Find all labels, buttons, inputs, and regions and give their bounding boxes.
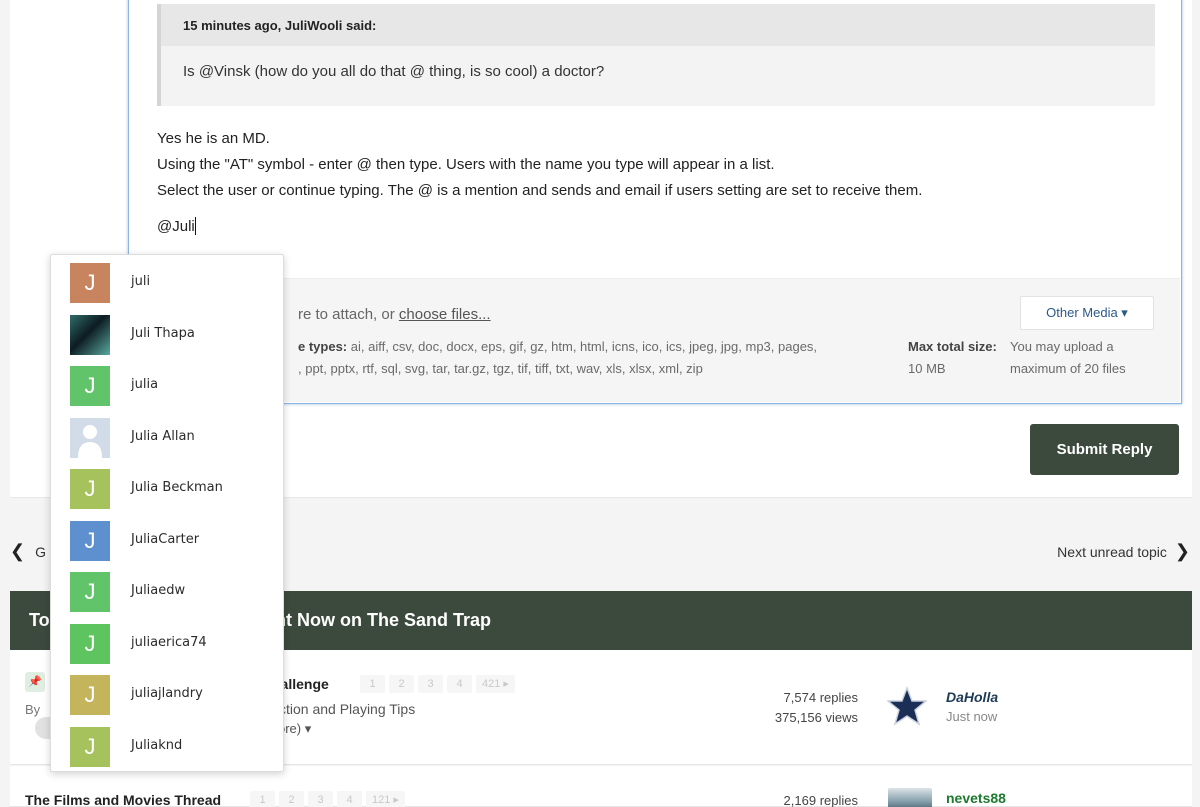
chevron-left-icon: ❮ — [10, 541, 26, 561]
header-text-right: ht Now on The Sand Trap — [275, 610, 491, 630]
page-link[interactable]: 3 — [308, 791, 333, 807]
topic-pagination: 1 2 3 4 121 ▸ — [250, 791, 405, 807]
user-avatar: J — [70, 726, 110, 767]
user-avatar: J — [70, 675, 110, 715]
mention-suggestion-item[interactable]: Jjuliaerica74 — [51, 618, 283, 670]
user-avatar: J — [70, 623, 110, 664]
max-files-note: You may upload a maximum of 20 files — [1010, 339, 1126, 376]
user-name: juliajlandry — [131, 686, 203, 701]
view-count: 375,156 views — [774, 710, 858, 725]
user-avatar: J — [70, 366, 110, 406]
mention-suggestion-item[interactable]: Jjulia — [51, 360, 283, 412]
max-total-label: Max total size: — [908, 339, 997, 354]
page-link[interactable]: 2 — [389, 675, 414, 693]
user-name: julia — [131, 377, 159, 392]
poster-avatar[interactable] — [888, 788, 932, 807]
post-line: Using the "AT" symbol - enter @ then typ… — [157, 156, 775, 173]
user-name: Juli Thapa — [131, 325, 195, 341]
max-total-value: 10 MB — [908, 361, 946, 376]
types-list-1: ai, aiff, csv, doc, docx, eps, gif, gz, … — [347, 339, 818, 354]
pin-icon: 📌 — [25, 672, 45, 692]
quote-body: Is @Vinsk (how do you all do that @ thin… — [183, 63, 605, 80]
mention-suggestion-item[interactable]: J Julia Beckman — [51, 463, 283, 515]
star-avatar-icon[interactable] — [887, 686, 927, 726]
user-avatar: J — [70, 572, 110, 612]
post-line: Select the user or continue typing. The … — [157, 182, 923, 199]
topic-forum[interactable]: ction and Playing Tips — [279, 701, 415, 717]
user-name: Juliaknd — [131, 737, 183, 753]
topic-title[interactable]: The Films and Movies Thread — [25, 792, 221, 807]
reply-count: 7,574 replies — [783, 690, 858, 705]
page-link[interactable]: 1 — [250, 791, 275, 807]
types-list-2: , ppt, pptx, rtf, sql, svg, tar, tar.gz,… — [298, 361, 703, 376]
user-name: juli — [131, 274, 151, 289]
mention-suggestion-item[interactable]: Jjuli — [51, 257, 283, 309]
last-poster-name[interactable]: DaHolla — [946, 689, 998, 705]
user-avatar: J — [70, 520, 110, 561]
mention-suggestion-item[interactable]: Julia Allan — [51, 412, 283, 464]
user-name: Julia Beckman — [131, 480, 223, 495]
topic-stats: 7,574 replies 375,156 views — [775, 688, 858, 728]
mention-suggestion-item[interactable]: Jjuliajlandry — [51, 669, 283, 721]
max-total-size: Max total size: 10 MB — [908, 336, 1003, 380]
mention-input-text[interactable]: @Juli — [157, 217, 196, 235]
page-link[interactable]: 3 — [418, 675, 443, 693]
types-label: e types: — [298, 339, 348, 354]
header-text-left: To — [29, 610, 50, 630]
user-avatar — [70, 417, 110, 458]
chevron-right-icon: ❯ — [1174, 541, 1190, 561]
page-link[interactable]: 4 — [337, 791, 362, 807]
post-line: Yes he is an MD. — [157, 130, 270, 147]
attachment-area[interactable]: re to attach, or choose files... e types… — [128, 278, 1180, 402]
mention-suggestion-item[interactable]: J Juliaedw — [51, 566, 283, 618]
submit-reply-button[interactable]: Submit Reply — [1030, 424, 1179, 475]
user-name: Julia Allan — [131, 428, 195, 444]
user-avatar: J — [70, 469, 110, 509]
page-link[interactable]: 1 — [360, 675, 385, 693]
mention-suggestion-item[interactable]: Juli Thapa — [51, 309, 283, 361]
mention-suggestion-item[interactable]: J JuliaCarter — [51, 515, 283, 567]
user-avatar: J — [70, 263, 110, 303]
user-name: Juliaedw — [131, 583, 186, 598]
user-name: JuliaCarter — [131, 531, 200, 547]
quote-header: 15 minutes ago, JuliWooli said: — [161, 4, 1155, 46]
topic-row[interactable]: The Films and Movies Thread 1 2 3 4 121 … — [10, 766, 1192, 807]
mention-text: @Juli — [157, 218, 195, 235]
page-link[interactable]: 121 ▸ — [366, 791, 405, 807]
text-caret — [194, 217, 196, 235]
attach-drag-text: re to attach, or — [298, 306, 399, 323]
next-topic-label: Next unread topic — [1057, 544, 1167, 560]
prev-topic-label: G — [35, 544, 46, 560]
quote-block: 15 minutes ago, JuliWooli said: Is @Vins… — [157, 4, 1155, 106]
next-unread-topic-link[interactable]: Next unread topic ❯ — [1057, 541, 1190, 562]
last-poster-name[interactable]: nevets88 — [946, 790, 1006, 806]
post-body: Yes he is an MD. Using the "AT" symbol -… — [157, 126, 922, 204]
allowed-file-types: e types: ai, aiff, csv, doc, docx, eps, … — [298, 336, 888, 380]
mention-suggestion-item[interactable]: J Juliaknd — [51, 721, 283, 773]
other-media-button[interactable]: Other Media ▾ — [1020, 296, 1154, 330]
choose-files-link[interactable]: choose files... — [399, 306, 491, 323]
prev-topic-link[interactable]: ❮ G — [10, 541, 46, 562]
user-avatar — [70, 314, 110, 355]
mention-suggestion-menu: Jjuli Juli Thapa Jjulia Julia Allan J Julia B… — [50, 254, 284, 772]
reply-count: 2,169 replies — [783, 793, 858, 807]
topic-pagination: 1 2 3 4 421 ▸ — [360, 675, 515, 693]
page-link[interactable]: 421 ▸ — [476, 675, 515, 693]
page-link[interactable]: 4 — [447, 675, 472, 693]
user-name: juliaerica74 — [131, 634, 207, 650]
page-link[interactable]: 2 — [279, 791, 304, 807]
last-post-time[interactable]: Just now — [946, 709, 997, 724]
attach-instructions: re to attach, or choose files... — [298, 306, 491, 323]
topic-author-prefix: By — [25, 702, 41, 717]
